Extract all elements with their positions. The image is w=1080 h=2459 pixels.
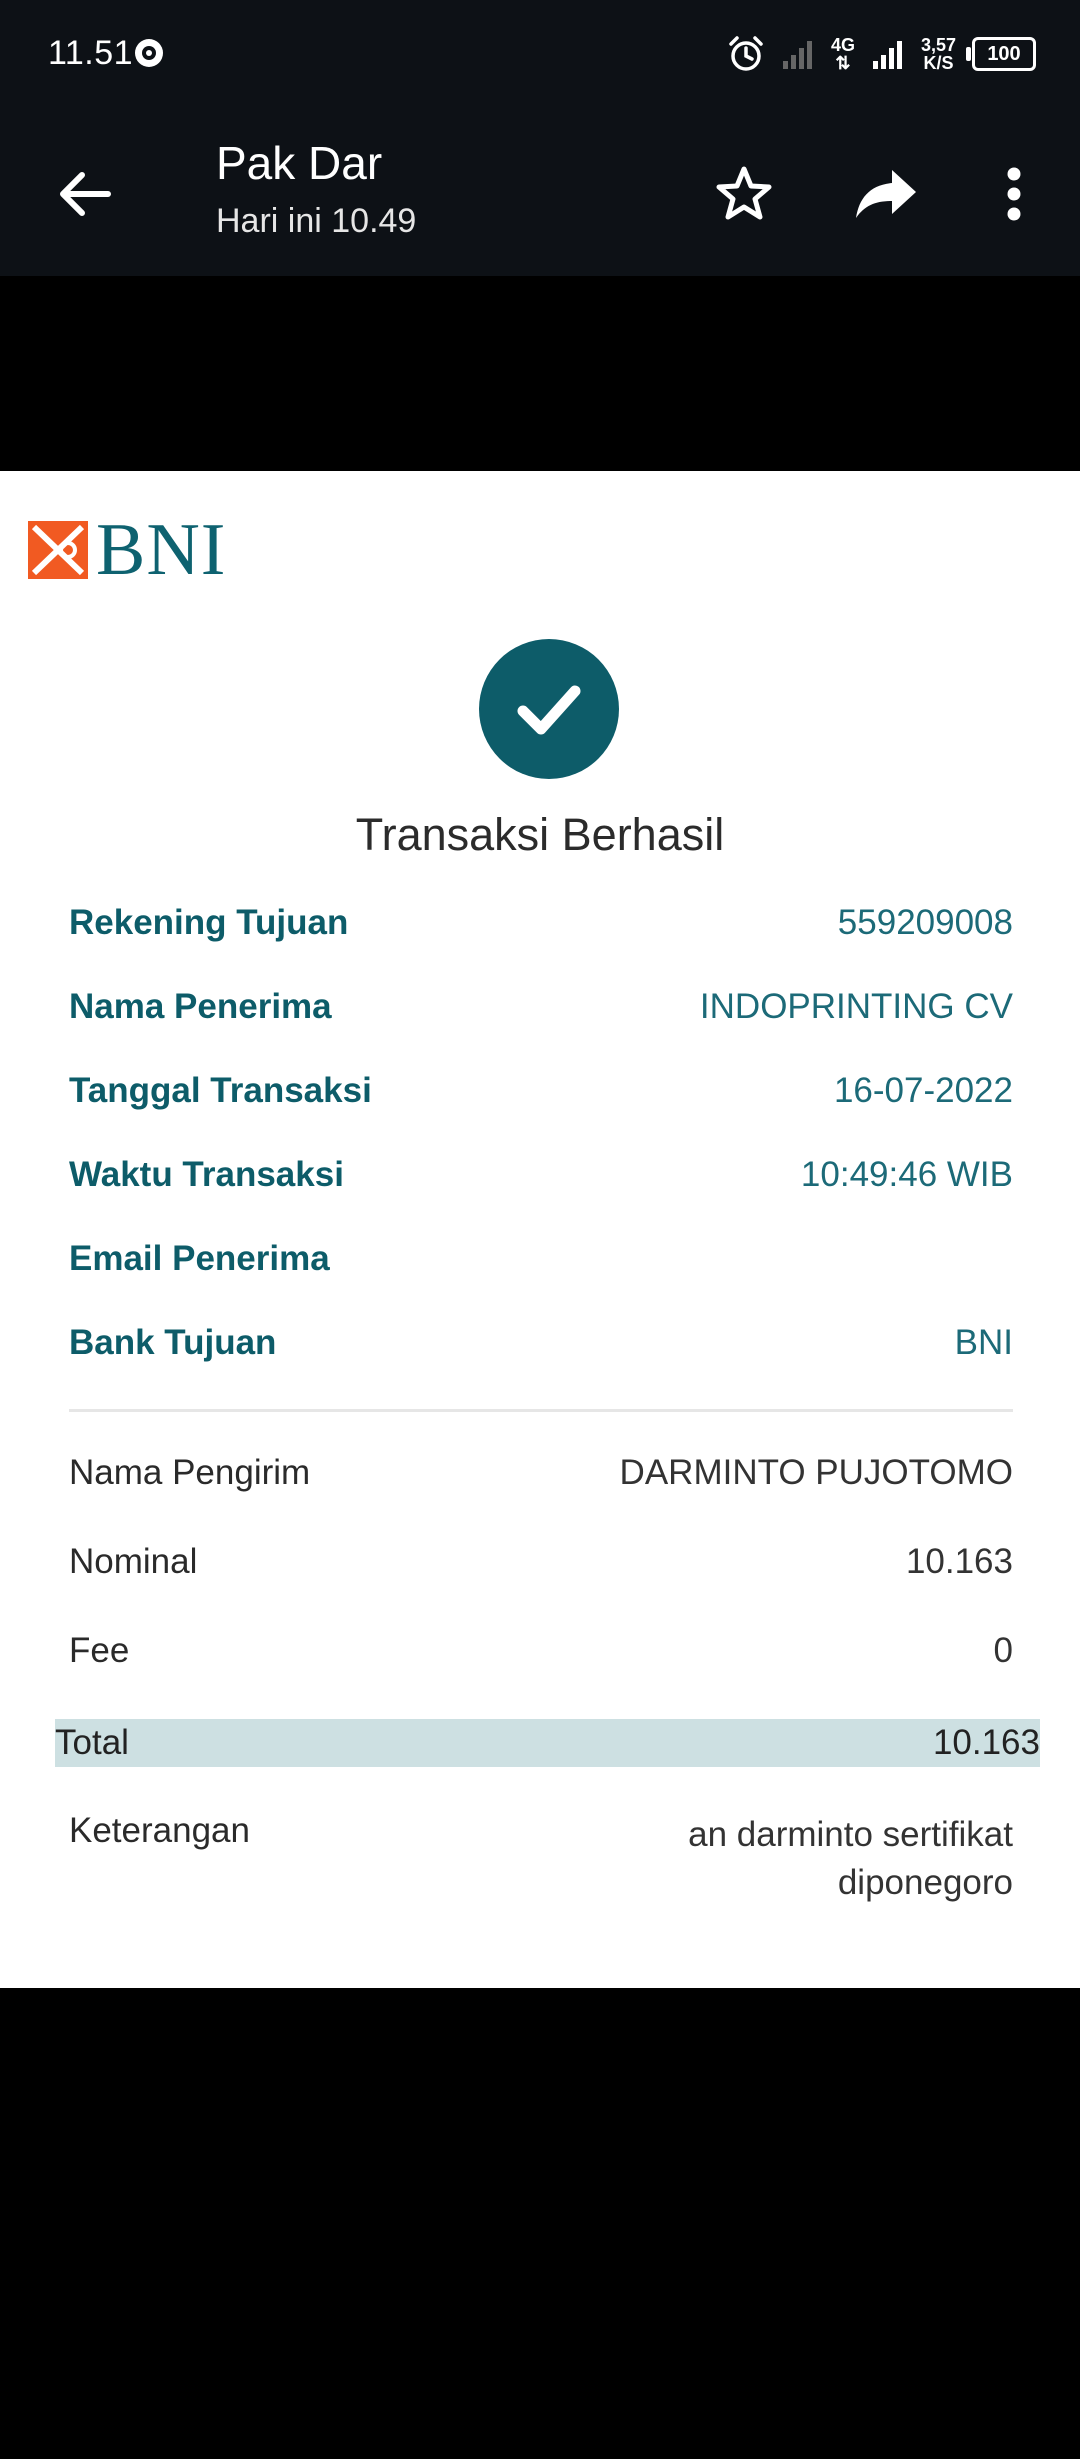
note-row: Keterangan an darminto sertifikat dipone… <box>69 1811 1013 1907</box>
summary-label: Nama Pengirim <box>69 1453 311 1492</box>
detail-value: 16-07-2022 <box>833 1071 1013 1110</box>
detail-row-rekening: Rekening Tujuan 559209008 <box>69 903 1013 943</box>
detail-row-nama-penerima: Nama Penerima INDOPRINTING CV <box>69 987 1013 1027</box>
detail-row-waktu: Waktu Transaksi 10:49:46 WIB <box>69 1155 1013 1195</box>
summary-label: Nominal <box>69 1542 198 1581</box>
detail-label: Email Penerima <box>69 1239 330 1278</box>
success-check-icon <box>479 639 619 779</box>
bni-logo-text: BNI <box>96 508 227 591</box>
network-type: 4G ⇅ <box>830 35 855 73</box>
battery-indicator: 100 <box>966 37 1036 71</box>
forward-button[interactable] <box>850 158 922 230</box>
detail-row-bank-tujuan: Bank Tujuan BNI <box>69 1323 1013 1363</box>
total-label: Total <box>55 1723 129 1762</box>
detail-value: 559209008 <box>837 903 1013 942</box>
summary-row-nominal: Nominal 10.163 <box>69 1542 1013 1582</box>
detail-label: Tanggal Transaksi <box>69 1071 372 1110</box>
total-value: 10.163 <box>932 1723 1040 1762</box>
detail-label: Rekening Tujuan <box>69 903 349 942</box>
more-options-button[interactable] <box>978 158 1050 230</box>
contact-name: Pak Dar <box>216 137 383 189</box>
status-icons: 4G ⇅ 3,57 K/S 100 <box>727 30 1036 78</box>
more-vert-icon <box>1007 167 1021 221</box>
note-label: Keterangan <box>69 1811 250 1850</box>
star-button[interactable] <box>708 158 780 230</box>
location-target-icon <box>135 39 163 67</box>
detail-value: BNI <box>954 1323 1013 1362</box>
bni-logo: BNI <box>28 509 226 591</box>
detail-label: Bank Tujuan <box>69 1323 277 1362</box>
signal-weak-icon <box>782 41 812 69</box>
back-arrow-icon[interactable] <box>52 162 116 226</box>
detail-row-tanggal: Tanggal Transaksi 16-07-2022 <box>69 1071 1013 1111</box>
total-row: Total 10.163 <box>55 1719 1040 1767</box>
share-forward-icon <box>856 170 916 218</box>
status-time: 11.51 <box>48 34 134 72</box>
checkmark-icon <box>517 685 581 735</box>
data-arrows-icon: ⇅ <box>835 53 851 73</box>
message-timestamp: Hari ini 10.49 <box>216 202 417 240</box>
detail-row-email: Email Penerima <box>69 1239 1013 1279</box>
note-line-1: an darminto sertifikat <box>688 1815 1013 1854</box>
summary-row-pengirim: Nama Pengirim DARMINTO PUJOTOMO <box>69 1453 1013 1493</box>
summary-row-fee: Fee 0 <box>69 1631 1013 1671</box>
note-line-2: diponegoro <box>837 1863 1013 1902</box>
summary-value: DARMINTO PUJOTOMO <box>619 1453 1013 1492</box>
data-speed: 3,57 K/S <box>920 35 956 73</box>
signal-strong-icon <box>872 41 902 69</box>
detail-value: INDOPRINTING CV <box>699 987 1013 1026</box>
detail-label: Waktu Transaksi <box>69 1155 344 1194</box>
transaction-receipt[interactable]: BNI Transaksi Berhasil Rekening Tujuan 5… <box>0 471 1080 1988</box>
detail-value: 10:49:46 WIB <box>800 1155 1013 1194</box>
summary-value: 0 <box>993 1631 1013 1670</box>
star-icon <box>716 166 772 220</box>
bni-logo-mark-icon <box>28 521 88 579</box>
detail-label: Nama Penerima <box>69 987 332 1026</box>
app-bar: Pak Dar Hari ini 10.49 <box>0 110 1080 276</box>
divider <box>69 1409 1013 1412</box>
transaction-status: Transaksi Berhasil <box>355 809 725 860</box>
note-value: an darminto sertifikat diponegoro <box>688 1811 1013 1907</box>
summary-value: 10.163 <box>905 1542 1013 1581</box>
summary-label: Fee <box>69 1631 130 1670</box>
alarm-icon <box>729 36 763 71</box>
status-bar: 11.51 4G ⇅ 3,57 K/S 100 <box>0 0 1080 110</box>
